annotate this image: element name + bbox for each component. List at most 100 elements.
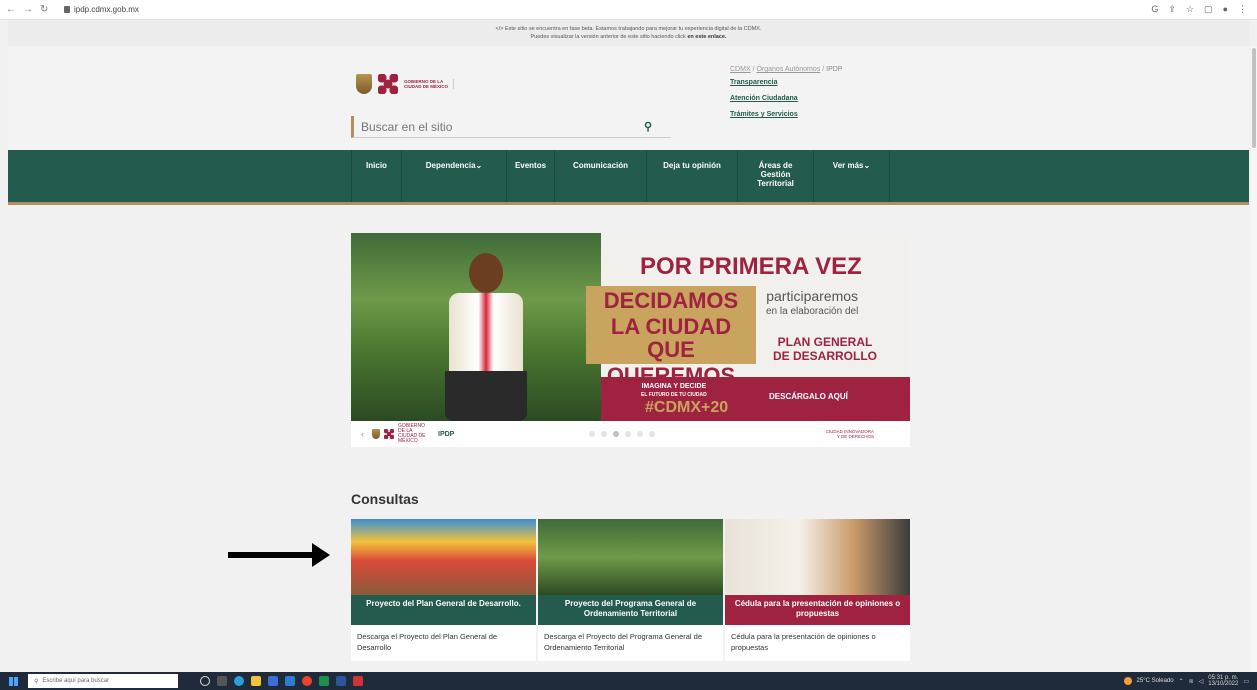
search-input[interactable] [354,119,644,134]
browser-actions: G ⇪ ☆ ▢ ● ⋮ [1151,4,1257,15]
nav-item-0[interactable]: Inicio [352,150,402,202]
nav-item-label: Ver más [832,161,864,170]
forward-icon[interactable]: → [23,4,33,15]
beta-line-1: </> Este sitio se encuentra en fase beta… [495,26,762,32]
card-plan-general[interactable]: Proyecto del Plan General de Desarrollo.… [351,519,536,661]
banner-strip: IMAGINA Y DECIDE EL FUTURO DE TU CIUDAD … [601,377,910,421]
card-cedula[interactable]: Cédula para la presentación de opiniones… [725,519,910,661]
nav-item-3[interactable]: Comunicación [555,150,647,202]
banner-plan-line-1: PLAN GENERAL [777,335,873,349]
card-caption: Proyecto del Plan General de Desarrollo. [351,595,536,625]
hero-banner[interactable]: POR PRIMERA VEZ DECIDAMOS LA CIUDAD QUE … [351,233,910,447]
link-tramites[interactable]: Trámites y Servicios [730,111,842,118]
share-icon[interactable]: ⇪ [1168,4,1176,15]
chrome-icon[interactable] [302,676,312,686]
taskbar-search[interactable]: ⚲ Escribe aquí para buscar [28,674,178,688]
file-explorer-icon[interactable] [251,676,261,686]
sidepanel-icon[interactable]: ▢ [1204,4,1213,15]
breadcrumb-organos[interactable]: Órganos Autónomos [756,66,820,73]
card-description[interactable]: Descarga el Proyecto del Plan General de… [351,625,536,659]
pdf-icon[interactable] [353,676,363,686]
banner-hashtag: #CDMX+20 [645,399,729,416]
url-text[interactable]: ipdp.cdmx.gob.mx [74,5,139,14]
site-search: ⚲ [351,116,671,138]
shield-icon [356,74,372,94]
banner-footer: ‹ GOBIERNO DE LA CIUDAD DE MÉXICO IPDP C… [351,421,910,447]
banner-participaremos: participaremos en la elaboración del [766,289,859,318]
cortana-icon[interactable] [200,676,210,686]
star-icon[interactable]: ☆ [1186,4,1194,15]
card-image-xochimilco [351,519,536,595]
profile-icon[interactable]: ● [1223,4,1228,15]
card-description[interactable]: Descarga el Proyecto del Programa Genera… [538,625,723,659]
beta-notice: </> Este sitio se encuentra en fase beta… [8,20,1249,46]
weather-text[interactable]: 25°C Soleado [1137,678,1174,684]
carousel-dot[interactable] [649,431,655,437]
cdmx-logo[interactable]: GOBIERNO DE LA CIUDAD DE MÉXICO [356,74,455,94]
menu-icon[interactable]: ⋮ [1238,4,1247,15]
carousel-dot[interactable] [637,431,643,437]
card-image-office [725,519,910,595]
nav-item-6[interactable]: Ver más ⌄ [814,150,890,202]
word-icon[interactable] [336,676,346,686]
card-caption: Cédula para la presentación de opiniones… [725,595,910,625]
nav-item-1[interactable]: Dependencia ⌄ [402,150,507,202]
chevron-up-icon[interactable]: ⌃ [1179,678,1184,685]
chevron-down-icon: ⌄ [863,161,871,170]
reload-icon[interactable]: ↻ [40,4,48,15]
nav-item-2[interactable]: Eventos [507,150,555,202]
banner-cta[interactable]: DESCÁRGALO AQUÍ [769,392,848,401]
windows-start-icon[interactable] [9,676,18,686]
beta-link[interactable]: en este enlace. [687,34,726,40]
volume-icon[interactable]: ◁ [1199,678,1204,685]
network-icon[interactable]: ≋ [1189,678,1194,685]
breadcrumb: CDMX / Órganos Autónomos / IPDP [730,66,843,73]
banner-block-line-2: LA CIUDAD QUE [610,314,732,362]
carousel-dot[interactable] [601,431,607,437]
back-icon[interactable]: ← [6,4,16,15]
weather-icon [1123,677,1132,685]
banner-photo [351,233,601,421]
nav-item-5[interactable]: Áreas de Gestión Territorial [738,150,814,202]
store-icon[interactable] [268,676,278,686]
search-icon[interactable]: ⚲ [644,120,652,133]
google-icon[interactable]: G [1151,4,1158,15]
excel-icon[interactable] [319,676,329,686]
system-tray: 25°C Soleado ⌃ ≋ ◁ 05:31 p. m. 13/10/202… [1123,675,1257,687]
banner-imagina-1: IMAGINA Y DECIDE [641,383,707,390]
taskbar-search-icon: ⚲ [34,678,39,685]
link-transparencia[interactable]: Transparencia [730,79,842,86]
banner-imagina-2: EL FUTURO DE TU CIUDAD [641,392,707,398]
notifications-icon[interactable]: ▭ [1243,678,1249,685]
nav-item-4[interactable]: Deja tu opinión [647,150,738,202]
beta-line-2-text: Puedes visualizar la versión anterior de… [530,34,686,40]
card-caption: Proyecto del Programa General de Ordenam… [538,595,723,625]
task-view-icon[interactable] [217,676,227,686]
carousel-prev-icon[interactable]: ‹ [361,429,364,439]
clock[interactable]: 05:31 p. m. 13/10/2022 [1208,675,1238,687]
address-bar[interactable]: ipdp.cdmx.gob.mx [64,5,139,14]
taskbar-apps [200,676,363,686]
nav-item-label: Comunicación [572,161,629,170]
edge-icon[interactable] [234,676,244,686]
chevron-down-icon: ⌄ [475,161,483,170]
page-scrollbar[interactable] [1251,46,1257,672]
banner-text-panel: POR PRIMERA VEZ DECIDAMOS LA CIUDAD QUE … [586,233,910,421]
nav-item-label: Deja tu opinión [663,161,721,170]
header-links: CDMX / Órganos Autónomos / IPDP Transpar… [730,66,842,127]
scrollbar-thumb[interactable] [1252,48,1256,148]
banner-en-la: en la elaboración del [766,306,859,317]
banner-title: POR PRIMERA VEZ [640,253,862,280]
link-atencion[interactable]: Atención Ciudadana [730,95,842,102]
carousel-dot[interactable] [589,431,595,437]
card-description[interactable]: Cédula para la presentación de opiniones… [725,625,910,659]
mail-icon[interactable] [285,676,295,686]
card-programa-general[interactable]: Proyecto del Programa General de Ordenam… [538,519,723,661]
taskbar-search-text[interactable]: Escribe aquí para buscar [42,678,109,684]
browser-nav: ← → ↻ [0,4,64,15]
breadcrumb-cdmx[interactable]: CDMX [730,66,751,73]
carousel-dots [589,431,655,437]
carousel-dot[interactable] [613,431,619,437]
footer-shield-icon [372,429,380,439]
carousel-dot[interactable] [625,431,631,437]
